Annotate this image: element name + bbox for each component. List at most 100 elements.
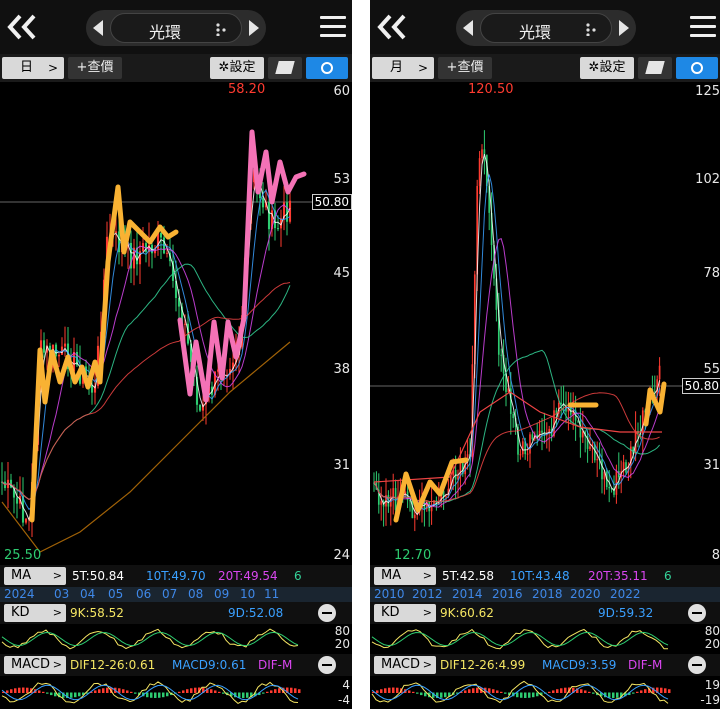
macd-histogram-bar <box>664 688 667 693</box>
high-price-label: 58.20 <box>228 82 266 97</box>
back-button[interactable] <box>4 10 38 44</box>
macd-histogram-bar <box>290 687 293 693</box>
y-tick: 31 <box>703 458 720 473</box>
settings-button[interactable]: ✲設定 <box>580 57 634 79</box>
ma-selector[interactable]: MA > <box>4 567 66 585</box>
double-chevron-left-icon <box>377 14 406 40</box>
candle-body <box>165 252 169 254</box>
y-tick: 8 <box>711 548 720 563</box>
time-tick: 2022 <box>610 587 641 601</box>
candle-body <box>15 497 19 504</box>
add-price-button[interactable]: +查價 <box>68 57 122 79</box>
chart-panel-daily: 光環 日 > +查價 ✲設定 58.20 25.50 60 53 45 38 3… <box>0 0 352 709</box>
macd-indicator: 4 -4 <box>0 676 352 709</box>
y-tick: 38 <box>333 362 350 377</box>
menu-icon[interactable] <box>320 16 346 38</box>
macd-histogram-bar <box>584 690 587 693</box>
menu-icon[interactable] <box>690 16 716 38</box>
prev-stock-button[interactable] <box>463 20 473 36</box>
stock-name-box[interactable]: 光環 <box>110 13 242 43</box>
macd-histogram-bar <box>520 692 523 698</box>
macd-histogram-bar <box>464 690 467 693</box>
macd-histogram-bar <box>186 689 189 693</box>
next-stock-button[interactable] <box>619 20 629 36</box>
add-price-button[interactable]: +查價 <box>438 57 492 79</box>
minus-icon[interactable] <box>688 656 706 674</box>
candle-body <box>413 514 416 519</box>
macd-histogram-bar <box>122 689 125 693</box>
candle-body <box>519 454 522 456</box>
price-chart[interactable]: 58.20 25.50 60 53 45 38 31 24 50.80 <box>0 82 352 564</box>
candle-body <box>392 488 395 497</box>
macd-chart <box>371 680 671 704</box>
macd-histogram-bar <box>194 687 197 693</box>
draw-button[interactable] <box>638 57 672 79</box>
macd-histogram-bar <box>218 691 221 693</box>
dif-m-value: DIF-M <box>628 658 663 672</box>
macd-histogram-bar <box>262 692 265 694</box>
macd-histogram-bar <box>396 687 399 693</box>
draw-icon <box>275 61 295 74</box>
time-tick: 09 <box>214 587 230 601</box>
next-stock-button[interactable] <box>249 20 259 36</box>
draw-button[interactable] <box>268 57 302 79</box>
period-selector[interactable]: 日 > <box>2 57 64 79</box>
candle-body <box>481 149 483 159</box>
time-tick: 2020 <box>570 587 601 601</box>
macd-histogram-bar <box>78 692 81 697</box>
macd-histogram-bar <box>528 692 531 698</box>
d-value: 9D:59.32 <box>598 606 654 620</box>
macd-level: 4 <box>342 678 350 692</box>
minus-icon[interactable] <box>318 656 336 674</box>
k-value: 9K:58.52 <box>70 606 124 620</box>
y-tick: 125 <box>695 84 720 99</box>
minus-icon[interactable] <box>688 604 706 622</box>
price-chart[interactable]: 120.50 12.70 125 102 78 55 31 8 50.80 <box>370 82 720 564</box>
y-tick: 102 <box>695 172 720 187</box>
macd-histogram-bar <box>74 692 77 698</box>
back-button[interactable] <box>374 10 408 44</box>
macd-histogram-bar <box>70 692 73 698</box>
macd-histogram-bar <box>416 692 419 694</box>
macd-histogram-bar <box>162 692 165 698</box>
candle-body <box>529 434 531 454</box>
y-tick: 31 <box>333 458 350 473</box>
time-tick: 2014 <box>452 587 483 601</box>
macd-selector[interactable]: MACD > <box>374 656 436 674</box>
period-label: 日 <box>20 60 34 75</box>
macd-histogram-bar <box>496 690 499 693</box>
toolbar: 日 > +查價 ✲設定 <box>0 54 352 82</box>
macd-selector[interactable]: MACD > <box>4 656 66 674</box>
macd-histogram-bar <box>210 689 213 693</box>
settings-label: 設定 <box>599 60 626 75</box>
macd-histogram-bar <box>536 692 539 697</box>
crosshair-button[interactable] <box>306 57 348 79</box>
crosshair-button[interactable] <box>676 57 718 79</box>
macd-histogram-bar <box>6 690 9 693</box>
settings-button[interactable]: ✲設定 <box>210 57 264 79</box>
kd-level: 20 <box>334 637 350 651</box>
kd-selector[interactable]: KD > <box>4 604 66 622</box>
minus-icon[interactable] <box>318 604 336 622</box>
macd-histogram-bar <box>500 691 503 693</box>
macd-tag-label: MACD <box>381 657 420 672</box>
macd-legend: MACD > DIF12-26:0.61 MACD9:0.61 DIF-M <box>0 654 352 676</box>
macd-histogram-bar <box>106 687 109 693</box>
candle-body <box>526 453 529 455</box>
y-tick: 55 <box>703 362 720 377</box>
candle-body <box>114 231 118 233</box>
candle-body <box>159 232 163 238</box>
time-tick: 2024 <box>4 587 35 601</box>
candle-body <box>445 496 447 498</box>
macd-tag-label: MACD <box>11 657 50 672</box>
ma20-value: 20T:35.11 <box>588 569 648 583</box>
macd-histogram-bar <box>412 691 415 693</box>
stock-name-box[interactable]: 光環 <box>480 13 612 43</box>
kd-indicator: 80 20 <box>0 624 352 654</box>
time-tick: 2010 <box>374 587 405 601</box>
period-selector[interactable]: 月 > <box>372 57 434 79</box>
prev-stock-button[interactable] <box>93 20 103 36</box>
ma-selector[interactable]: MA > <box>374 567 436 585</box>
candle-body <box>541 430 543 433</box>
kd-selector[interactable]: KD > <box>374 604 436 622</box>
